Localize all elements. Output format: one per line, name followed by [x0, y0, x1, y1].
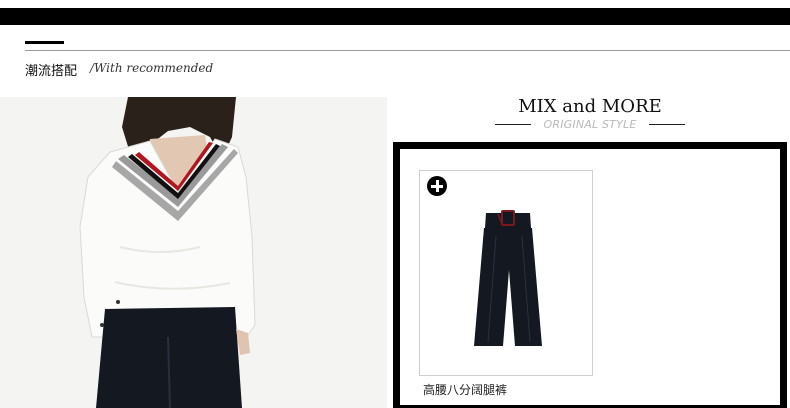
- section-title: 潮流搭配: [25, 64, 78, 79]
- section-accent-line: [25, 41, 64, 44]
- mix-subtitle: ORIGINAL STYLE: [543, 118, 637, 131]
- section-divider: [25, 50, 790, 51]
- mix-subtitle-row: ORIGINAL STYLE: [495, 118, 685, 132]
- model-photo: [0, 97, 387, 408]
- section-subtitle: /With recommended: [90, 61, 214, 75]
- subtitle-rule-left: [495, 124, 531, 125]
- top-banner-bar: [0, 8, 790, 25]
- mix-title: MIX and MORE: [518, 96, 662, 117]
- product-image[interactable]: [468, 210, 548, 350]
- plus-circle-icon[interactable]: [427, 176, 447, 196]
- subtitle-rule-right: [649, 124, 685, 125]
- product-name[interactable]: 高腰八分阔腿裤: [423, 381, 507, 398]
